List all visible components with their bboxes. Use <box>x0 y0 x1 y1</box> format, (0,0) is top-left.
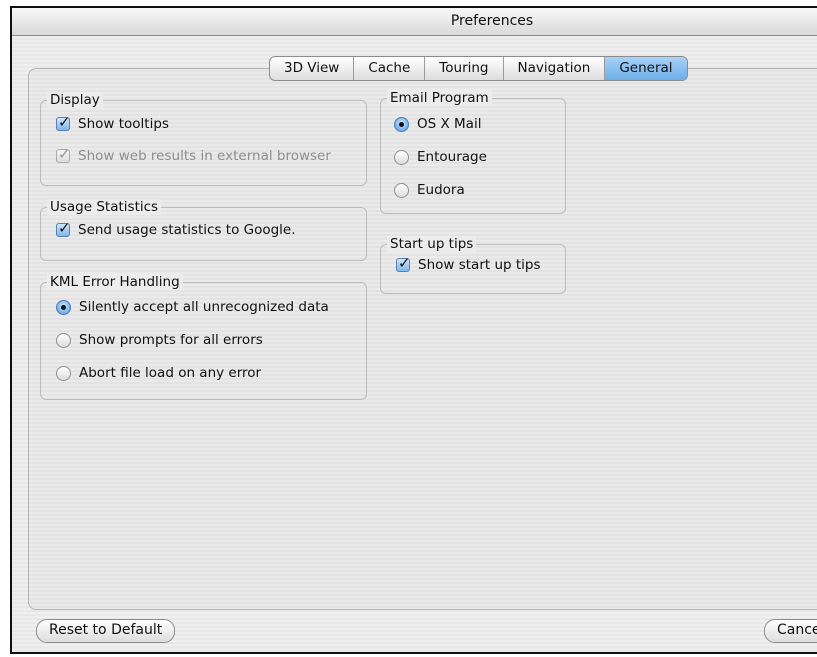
kml-option-label: Abort file load on any error <box>79 365 262 381</box>
radio-dot-icon <box>399 121 404 127</box>
cancel-button[interactable]: Cancel <box>764 619 817 643</box>
radio-button[interactable] <box>394 182 409 198</box>
preferences-window: Preferences 3D View Cache Touring Naviga… <box>10 6 817 654</box>
tab-general[interactable]: General <box>605 57 687 80</box>
usage-statistics-group-title: Usage Statistics <box>47 199 162 215</box>
radio-button-selected[interactable] <box>56 299 71 315</box>
show-web-results-checkbox: ✓ <box>56 145 71 163</box>
radio-button[interactable] <box>56 365 71 381</box>
radio-dot-icon <box>61 304 66 310</box>
show-tooltips-label: Show tooltips <box>78 116 169 132</box>
email-option-label: Entourage <box>417 149 487 165</box>
radio-button[interactable] <box>394 149 409 165</box>
show-startup-tips-checkbox[interactable]: ✓ <box>396 254 411 272</box>
show-web-results-row: ✓ Show web results in external browser <box>56 145 331 164</box>
radio-button[interactable] <box>56 332 71 348</box>
display-group-title: Display <box>47 92 103 108</box>
email-option-eudora[interactable]: Eudora <box>394 182 465 198</box>
reset-to-default-button[interactable]: Reset to Default <box>36 619 176 643</box>
show-tooltips-row[interactable]: ✓ Show tooltips <box>56 113 169 132</box>
email-option-label: Eudora <box>417 182 465 198</box>
show-web-results-label: Show web results in external browser <box>78 148 331 164</box>
send-stats-row[interactable]: ✓ Send usage statistics to Google. <box>56 219 296 238</box>
window-content: 3D View Cache Touring Navigation General… <box>12 36 817 652</box>
checkmark-icon: ✓ <box>398 254 411 272</box>
kml-option-abort[interactable]: Abort file load on any error <box>56 365 261 381</box>
window-title: Preferences <box>450 13 534 29</box>
startup-tips-group-title: Start up tips <box>387 236 477 252</box>
email-program-group: Email Program OS X Mail Entourage Eudora <box>380 90 566 214</box>
email-program-group-title: Email Program <box>387 90 492 106</box>
checkmark-icon: ✓ <box>58 145 71 163</box>
kml-error-handling-group-title: KML Error Handling <box>47 274 183 290</box>
display-group: Display ✓ Show tooltips ✓ Show web resul… <box>40 92 367 186</box>
tab-navigation[interactable]: Navigation <box>504 57 606 80</box>
email-option-label: OS X Mail <box>417 116 482 132</box>
kml-option-label: Silently accept all unrecognized data <box>79 299 329 315</box>
tab-touring[interactable]: Touring <box>425 57 504 80</box>
kml-option-label: Show prompts for all errors <box>79 332 263 348</box>
radio-button-selected[interactable] <box>394 116 409 132</box>
tab-bar: 3D View Cache Touring Navigation General <box>269 56 688 81</box>
startup-tips-group: Start up tips ✓ Show start up tips <box>380 236 566 294</box>
email-option-os-x-mail[interactable]: OS X Mail <box>394 116 481 132</box>
email-option-entourage[interactable]: Entourage <box>394 149 487 165</box>
send-stats-label: Send usage statistics to Google. <box>78 222 296 238</box>
send-stats-checkbox[interactable]: ✓ <box>56 219 71 237</box>
kml-option-show-prompts[interactable]: Show prompts for all errors <box>56 332 263 348</box>
kml-error-handling-group: KML Error Handling Silently accept all u… <box>40 274 367 400</box>
tab-3d-view[interactable]: 3D View <box>270 57 355 80</box>
show-startup-tips-row[interactable]: ✓ Show start up tips <box>396 254 541 273</box>
show-startup-tips-label: Show start up tips <box>418 257 541 273</box>
show-tooltips-checkbox[interactable]: ✓ <box>56 113 71 131</box>
checkmark-icon: ✓ <box>58 219 71 237</box>
title-bar[interactable]: Preferences <box>12 8 817 36</box>
usage-statistics-group: Usage Statistics ✓ Send usage statistics… <box>40 199 367 261</box>
kml-option-silently-accept[interactable]: Silently accept all unrecognized data <box>56 299 329 315</box>
checkmark-icon: ✓ <box>58 113 71 131</box>
tab-cache[interactable]: Cache <box>354 57 426 80</box>
